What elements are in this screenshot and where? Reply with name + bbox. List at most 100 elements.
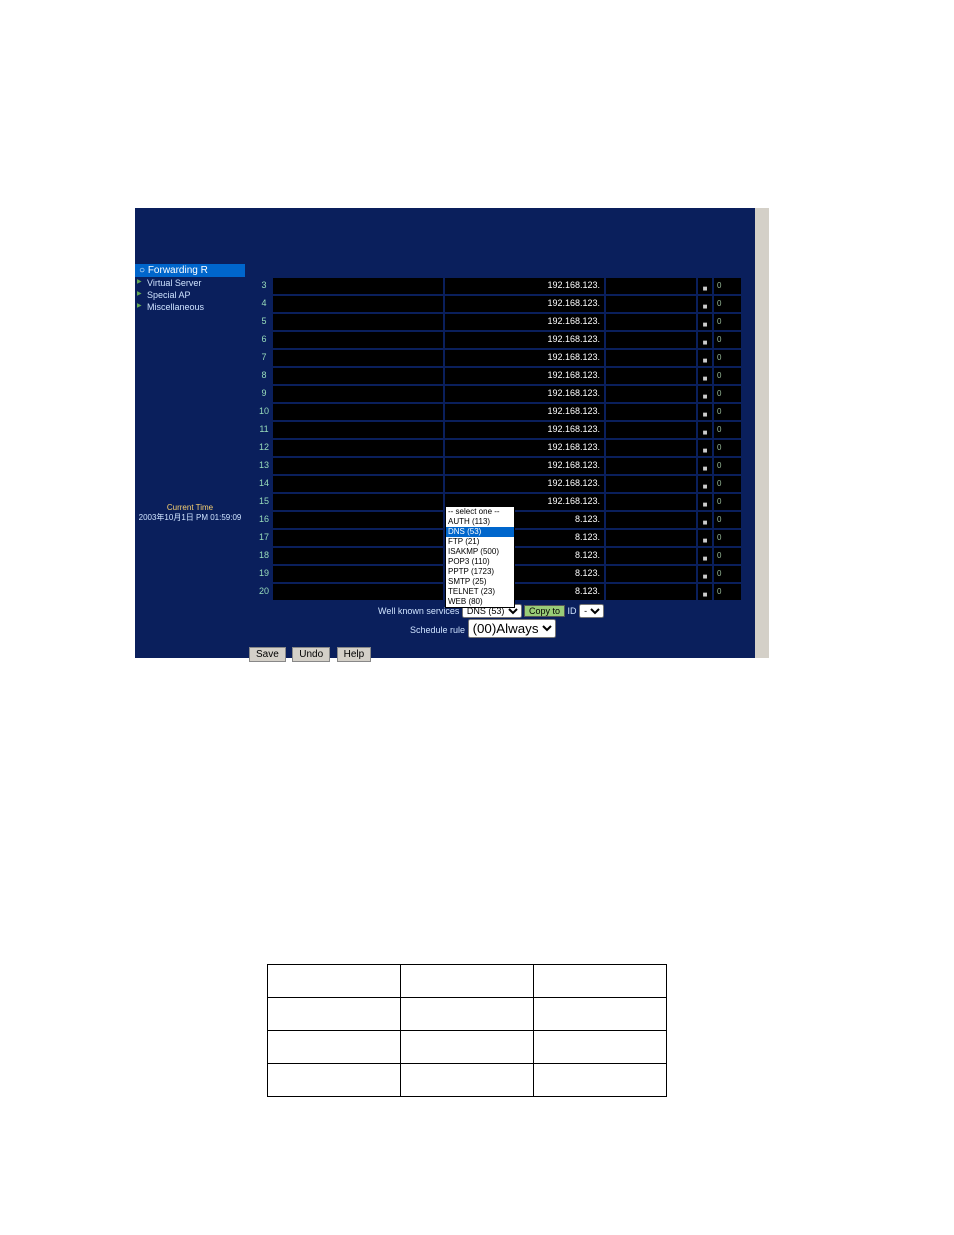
service-port-input[interactable] bbox=[273, 422, 443, 438]
dropdown-option[interactable]: FTP (21) bbox=[446, 537, 514, 547]
dropdown-option[interactable]: SMTP (25) bbox=[446, 577, 514, 587]
dropdown-option[interactable]: ISAKMP (500) bbox=[446, 547, 514, 557]
scrollbar[interactable] bbox=[755, 208, 769, 658]
service-port-input[interactable] bbox=[273, 314, 443, 330]
service-port-input[interactable] bbox=[273, 368, 443, 384]
dropdown-option[interactable]: WEB (80) bbox=[446, 597, 514, 607]
schedule-select[interactable]: (00)Always bbox=[468, 619, 556, 638]
service-port-input[interactable] bbox=[273, 548, 443, 564]
rule-cell: 0 bbox=[714, 350, 741, 366]
server-ip-input[interactable]: 192.168.123. bbox=[445, 386, 604, 402]
enable-checkbox[interactable] bbox=[698, 296, 712, 312]
row-index: 19 bbox=[255, 566, 273, 582]
row-index: 3 bbox=[255, 278, 273, 294]
undo-button[interactable]: Undo bbox=[292, 647, 330, 662]
dropdown-option[interactable]: TELNET (23) bbox=[446, 587, 514, 597]
enable-cell bbox=[606, 440, 696, 456]
save-button[interactable]: Save bbox=[249, 647, 286, 662]
enable-checkbox[interactable] bbox=[698, 386, 712, 402]
blank-table bbox=[267, 964, 667, 1097]
service-port-input[interactable] bbox=[273, 386, 443, 402]
service-port-input[interactable] bbox=[273, 476, 443, 492]
server-ip-input[interactable]: 192.168.123. bbox=[445, 422, 604, 438]
enable-checkbox[interactable] bbox=[698, 440, 712, 456]
service-port-input[interactable] bbox=[273, 278, 443, 294]
rule-cell: 0 bbox=[714, 548, 741, 564]
sidebar-item-miscellaneous[interactable]: Miscellaneous bbox=[135, 301, 245, 313]
enable-checkbox[interactable] bbox=[698, 566, 712, 582]
dropdown-option[interactable]: POP3 (110) bbox=[446, 557, 514, 567]
rule-cell: 0 bbox=[714, 530, 741, 546]
sidebar: ○ Forwarding R Virtual Server Special AP… bbox=[135, 264, 245, 523]
enable-checkbox[interactable] bbox=[698, 530, 712, 546]
copy-to: Copy to ID - bbox=[524, 604, 604, 618]
rule-cell: 0 bbox=[714, 296, 741, 312]
server-ip-input[interactable]: 192.168.123. bbox=[445, 404, 604, 420]
service-port-input[interactable] bbox=[273, 440, 443, 456]
enable-checkbox[interactable] bbox=[698, 314, 712, 330]
sidebar-heading: ○ Forwarding R bbox=[135, 264, 245, 277]
server-ip-input[interactable]: 192.168.123. bbox=[445, 458, 604, 474]
rule-cell: 0 bbox=[714, 512, 741, 528]
enable-checkbox[interactable] bbox=[698, 458, 712, 474]
copy-id-select[interactable]: - bbox=[579, 604, 604, 618]
rule-cell: 0 bbox=[714, 332, 741, 348]
row-index: 6 bbox=[255, 332, 273, 348]
rule-cell: 0 bbox=[714, 458, 741, 474]
service-dropdown-list[interactable]: -- select one --AUTH (113)DNS (53)FTP (2… bbox=[445, 506, 515, 608]
service-port-input[interactable] bbox=[273, 512, 443, 528]
server-ip-input[interactable]: 192.168.123. bbox=[445, 296, 604, 312]
row-index: 4 bbox=[255, 296, 273, 312]
enable-checkbox[interactable] bbox=[698, 332, 712, 348]
service-port-input[interactable] bbox=[273, 494, 443, 510]
service-port-input[interactable] bbox=[273, 350, 443, 366]
enable-cell bbox=[606, 476, 696, 492]
server-ip-input[interactable]: 192.168.123. bbox=[445, 440, 604, 456]
server-ip-input[interactable]: 192.168.123. bbox=[445, 332, 604, 348]
enable-checkbox[interactable] bbox=[698, 404, 712, 420]
enable-cell bbox=[606, 368, 696, 384]
dropdown-option[interactable]: DNS (53) bbox=[446, 527, 514, 537]
copy-to-button[interactable]: Copy to bbox=[524, 605, 565, 617]
enable-checkbox[interactable] bbox=[698, 350, 712, 366]
current-time-label: Current Time bbox=[135, 503, 245, 512]
rule-cell: 0 bbox=[714, 314, 741, 330]
row-index: 15 bbox=[255, 494, 273, 510]
row-index: 13 bbox=[255, 458, 273, 474]
service-port-input[interactable] bbox=[273, 404, 443, 420]
enable-checkbox[interactable] bbox=[698, 584, 712, 600]
enable-checkbox[interactable] bbox=[698, 368, 712, 384]
enable-checkbox[interactable] bbox=[698, 494, 712, 510]
server-ip-input[interactable]: 192.168.123. bbox=[445, 278, 604, 294]
dropdown-option[interactable]: PPTP (1723) bbox=[446, 567, 514, 577]
row-index: 5 bbox=[255, 314, 273, 330]
enable-checkbox[interactable] bbox=[698, 512, 712, 528]
service-port-input[interactable] bbox=[273, 458, 443, 474]
server-ip-input[interactable]: 192.168.123. bbox=[445, 350, 604, 366]
enable-checkbox[interactable] bbox=[698, 476, 712, 492]
enable-checkbox[interactable] bbox=[698, 422, 712, 438]
dropdown-option[interactable]: AUTH (113) bbox=[446, 517, 514, 527]
enable-cell bbox=[606, 296, 696, 312]
server-ip-input[interactable]: 192.168.123. bbox=[445, 314, 604, 330]
dropdown-option[interactable]: -- select one -- bbox=[446, 507, 514, 517]
service-port-input[interactable] bbox=[273, 296, 443, 312]
service-port-input[interactable] bbox=[273, 332, 443, 348]
server-ip-input[interactable]: 192.168.123. bbox=[445, 368, 604, 384]
sidebar-item-virtual-server[interactable]: Virtual Server bbox=[135, 277, 245, 289]
enable-checkbox[interactable] bbox=[698, 548, 712, 564]
rule-cell: 0 bbox=[714, 584, 741, 600]
service-port-input[interactable] bbox=[273, 530, 443, 546]
enable-checkbox[interactable] bbox=[698, 278, 712, 294]
server-ip-input[interactable]: 192.168.123. bbox=[445, 476, 604, 492]
sidebar-item-special-ap[interactable]: Special AP bbox=[135, 289, 245, 301]
help-button[interactable]: Help bbox=[337, 647, 372, 662]
rule-cell: 0 bbox=[714, 566, 741, 582]
row-index: 11 bbox=[255, 422, 273, 438]
row-index: 10 bbox=[255, 404, 273, 420]
row-index: 7 bbox=[255, 350, 273, 366]
enable-cell bbox=[606, 314, 696, 330]
service-port-input[interactable] bbox=[273, 566, 443, 582]
enable-cell bbox=[606, 422, 696, 438]
service-port-input[interactable] bbox=[273, 584, 443, 600]
